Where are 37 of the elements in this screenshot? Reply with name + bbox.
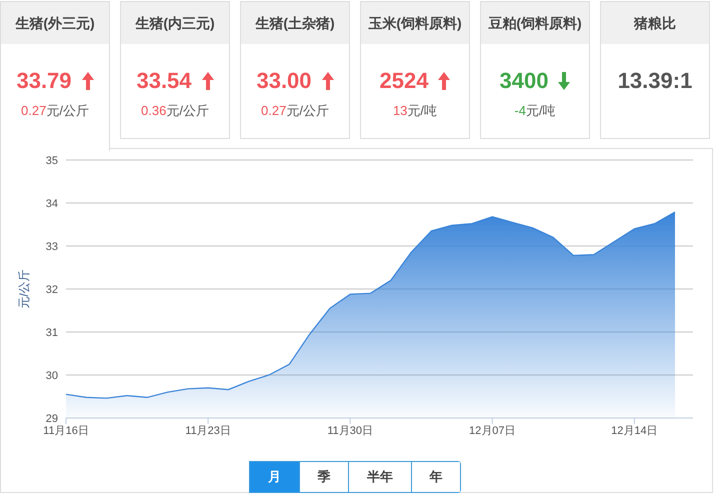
x-tick-label: 12月14日: [611, 425, 658, 437]
price-card[interactable]: 生猪(外三元) 33.79 0.27元/公斤: [0, 1, 110, 151]
price-change: 0.36元/公斤: [141, 102, 209, 120]
y-axis-title: 元/公斤: [17, 269, 31, 309]
price-value: 33.79: [16, 67, 72, 95]
y-tick-label: 32: [46, 284, 58, 296]
price-value: 13.39:1: [618, 67, 692, 95]
price-card[interactable]: 豆粕(饲料原料) 3400 -4元/吨: [480, 1, 590, 139]
price-card[interactable]: 玉米(饲料原料) 2524 13元/吨: [360, 1, 470, 139]
y-tick-label: 30: [46, 370, 58, 382]
card-title: 生猪(土杂猪): [255, 14, 335, 33]
card-title: 生猪(内三元): [135, 14, 215, 33]
price-card[interactable]: 猪粮比 13.39:1: [600, 1, 710, 139]
price-change: 0.27元/公斤: [261, 102, 329, 120]
price-card[interactable]: 生猪(内三元) 33.54 0.36元/公斤: [120, 1, 230, 139]
y-tick-label: 34: [46, 198, 58, 210]
x-tick-label: 11月16日: [43, 425, 89, 437]
price-value: 33.00: [256, 67, 312, 95]
period-tab[interactable]: 年: [411, 462, 460, 492]
price-change: 0.27元/公斤: [21, 102, 89, 120]
card-title: 豆粕(饲料原料): [488, 14, 582, 33]
x-tick-label: 11月30日: [327, 425, 374, 437]
y-tick-label: 35: [46, 155, 58, 167]
price-value: 33.54: [136, 67, 192, 95]
price-change: 13元/吨: [392, 102, 438, 120]
card-title: 玉米(饲料原料): [368, 14, 462, 33]
y-tick-label: 29: [46, 413, 58, 425]
x-tick-label: 12月07日: [469, 425, 516, 437]
card-title: 生猪(外三元): [15, 14, 95, 33]
y-tick-label: 31: [46, 327, 58, 339]
x-tick-label: 11月23日: [185, 425, 231, 437]
y-tick-label: 33: [46, 241, 58, 253]
price-value: 3400: [500, 67, 548, 95]
card-title: 猪粮比: [634, 14, 676, 32]
price-change: -4元/吨: [514, 102, 556, 120]
price-value: 2524: [380, 67, 428, 95]
price-card[interactable]: 生猪(土杂猪) 33.00 0.27元/公斤: [240, 1, 350, 139]
